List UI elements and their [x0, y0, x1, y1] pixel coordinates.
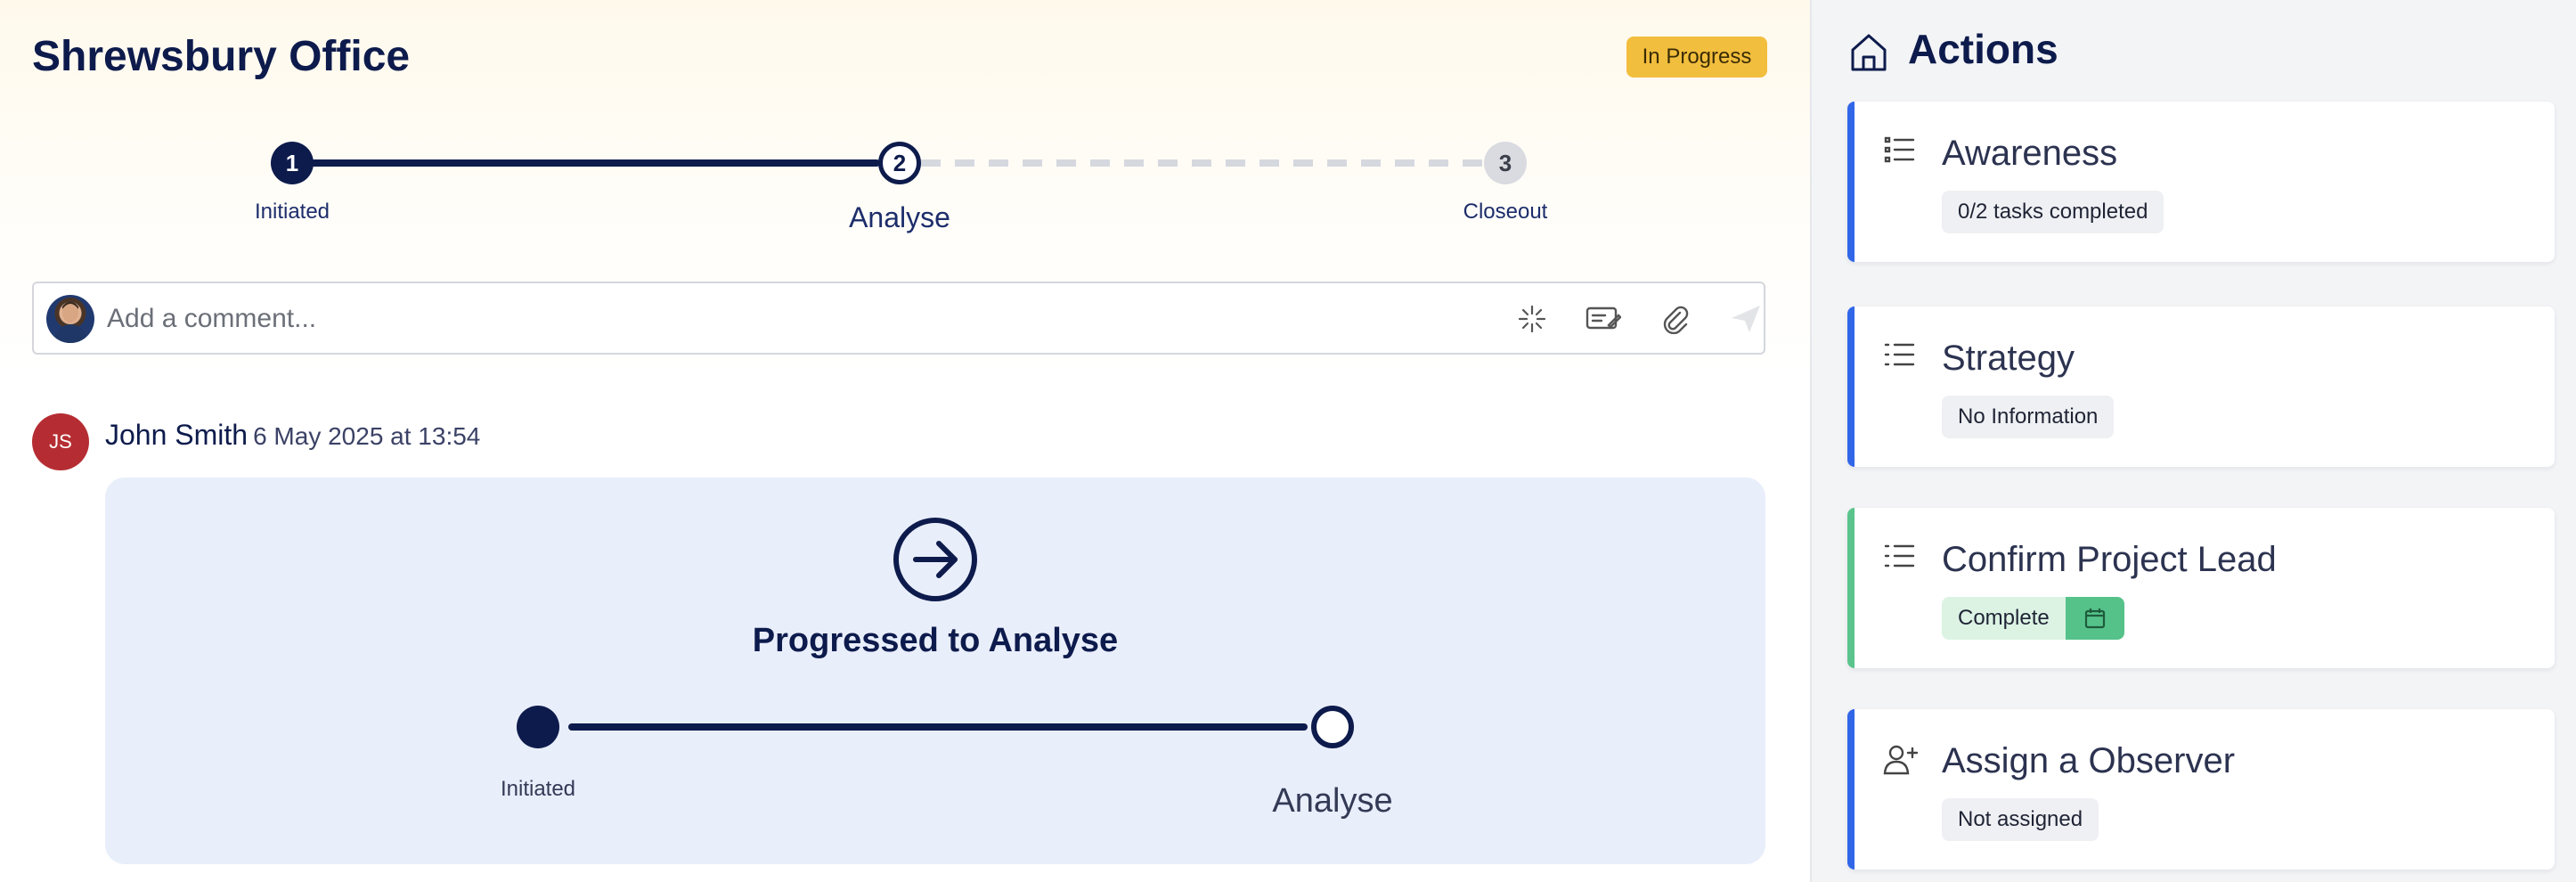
comment-input[interactable] — [105, 296, 1445, 342]
event-from-label: Initiated — [500, 777, 576, 801]
sparkle-icon[interactable] — [1514, 301, 1550, 337]
card-title: Awareness — [1942, 134, 2118, 173]
current-user-avatar — [46, 295, 94, 343]
card-title: Confirm Project Lead — [1942, 540, 2277, 579]
event-to-dot — [1311, 706, 1354, 748]
entry-header: John Smith 6 May 2025 at 13:54 — [105, 419, 480, 452]
card-title: Strategy — [1942, 339, 2075, 378]
card-status-badge: 0/2 tasks completed — [1942, 191, 2164, 233]
event-to-label: Analyse — [1272, 782, 1393, 820]
send-icon[interactable] — [1728, 301, 1764, 337]
author-name[interactable]: John Smith — [105, 419, 248, 451]
author-avatar: JS — [32, 413, 89, 470]
main-panel: Shrewsbury Office In Progress 1 2 3 Init… — [0, 0, 1810, 882]
list-icon — [1884, 136, 1915, 163]
signature-icon[interactable] — [1586, 301, 1621, 337]
complete-label: Complete — [1958, 606, 2050, 630]
sidebar-title: Actions — [1908, 26, 2058, 72]
card-accent — [1847, 306, 1855, 467]
actions-sidebar: Actions Awareness 0/2 tasks completed St… — [1810, 0, 2576, 882]
entry-timestamp: 6 May 2025 at 13:54 — [253, 422, 481, 450]
step-3-circle[interactable]: 3 — [1484, 142, 1527, 184]
home-icon — [1851, 34, 1887, 71]
page-title: Shrewsbury Office — [32, 33, 411, 80]
card-status-badge: Not assigned — [1942, 798, 2099, 841]
list-icon — [1884, 343, 1915, 366]
event-line — [568, 723, 1308, 731]
step-2-label: Analyse — [849, 201, 950, 233]
stepper-line-pending — [921, 159, 1488, 167]
action-card-assign-observer[interactable]: Assign a Observer Not assigned — [1847, 709, 2555, 870]
card-accent — [1847, 709, 1855, 870]
card-accent — [1847, 508, 1855, 668]
comment-composer — [32, 282, 1765, 355]
card-accent — [1847, 102, 1855, 262]
step-1-circle[interactable]: 1 — [271, 142, 314, 184]
card-status-badge: Complete — [1942, 597, 2124, 640]
add-user-icon — [1883, 745, 1919, 775]
card-title: Assign a Observer — [1942, 741, 2236, 780]
arrow-right-circle-icon — [893, 518, 977, 601]
card-status-badge: No Information — [1942, 396, 2115, 438]
calendar-icon[interactable] — [2065, 597, 2124, 640]
action-card-confirm-project-lead[interactable]: Confirm Project Lead Complete — [1847, 508, 2555, 668]
step-1-label: Initiated — [254, 200, 330, 224]
action-card-awareness[interactable]: Awareness 0/2 tasks completed — [1847, 102, 2555, 262]
paperclip-icon[interactable] — [1657, 301, 1692, 337]
list-icon — [1884, 544, 1915, 568]
stage-change-card: Progressed to Analyse Initiated Analyse — [105, 478, 1765, 864]
step-2-circle[interactable]: 2 — [878, 142, 921, 184]
event-title: Progressed to Analyse — [752, 622, 1119, 659]
step-3-label: Closeout — [1463, 200, 1548, 224]
event-from-dot — [517, 706, 559, 748]
stepper-line-complete — [310, 159, 880, 167]
action-card-strategy[interactable]: Strategy No Information — [1847, 306, 2555, 467]
status-badge: In Progress — [1626, 37, 1767, 78]
